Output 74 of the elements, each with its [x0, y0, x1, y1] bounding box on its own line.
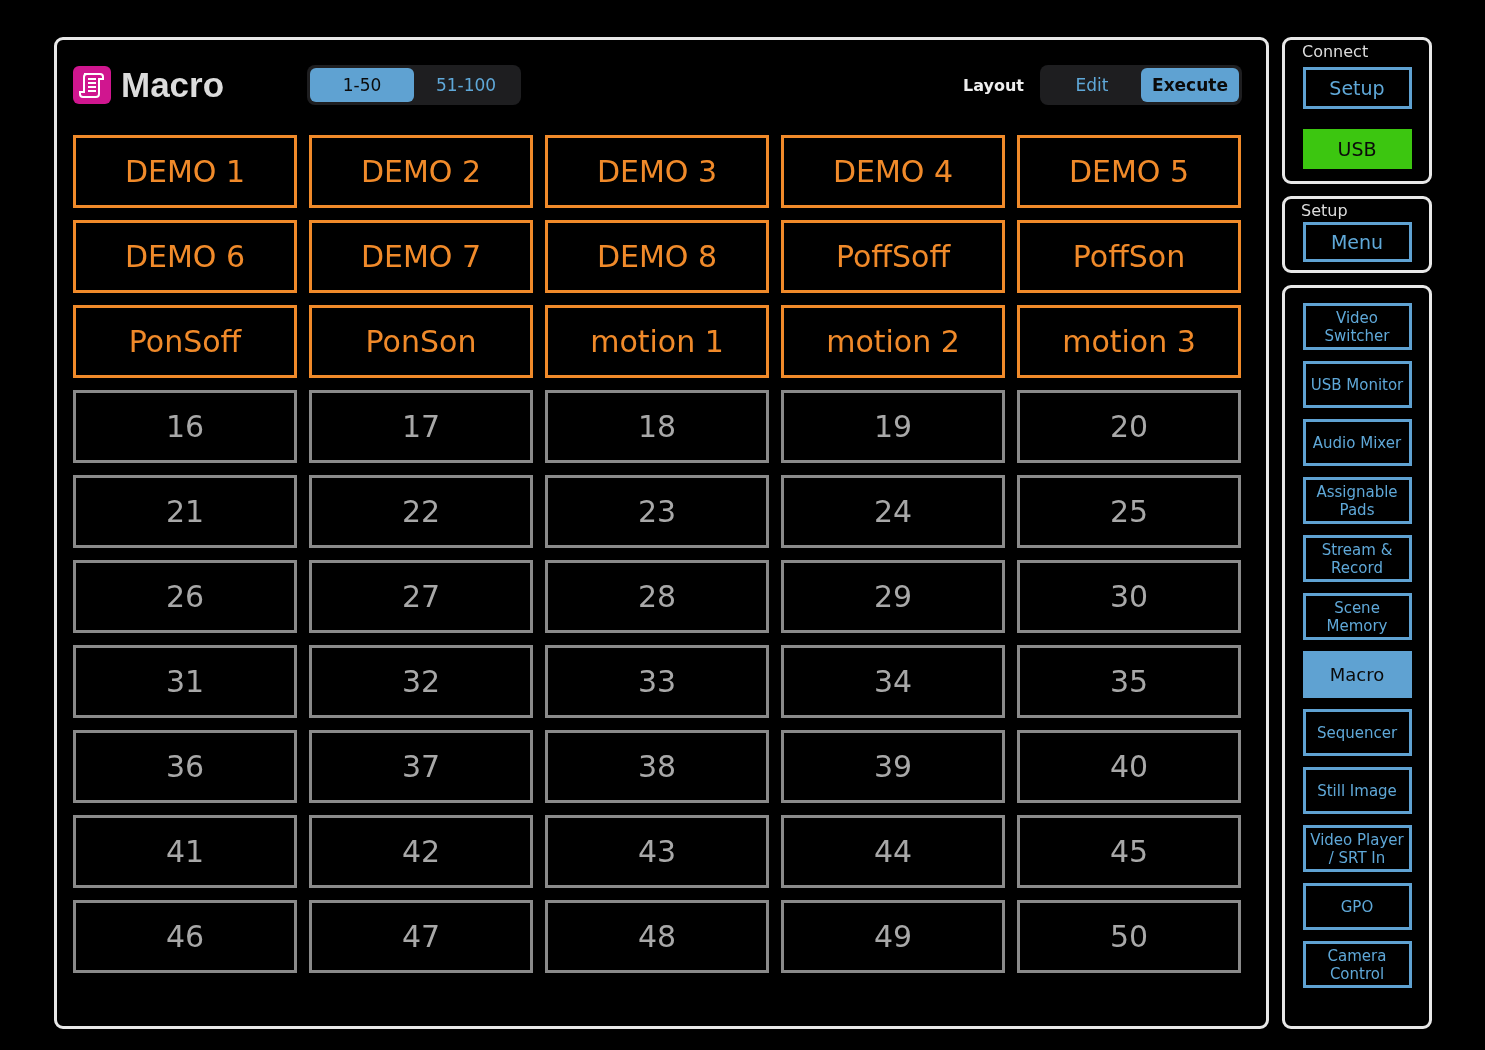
page-range-tab[interactable]: 1-50 [310, 68, 414, 102]
slot-button[interactable]: DEMO 4 [781, 135, 1005, 208]
slot-button[interactable]: 36 [73, 730, 297, 803]
page-title: Macro [121, 65, 225, 105]
slot-button[interactable]: PoffSon [1017, 220, 1241, 293]
nav-button[interactable]: USB Monitor [1302, 361, 1412, 408]
slot-button[interactable]: 24 [781, 475, 1005, 548]
slot-button[interactable]: 35 [1017, 645, 1241, 718]
slot-button[interactable]: 19 [781, 390, 1005, 463]
slot-button[interactable]: 23 [545, 475, 769, 548]
slot-button[interactable]: 34 [781, 645, 1005, 718]
slot-button[interactable]: 40 [1017, 730, 1241, 803]
usb-button[interactable]: USB [1302, 129, 1412, 169]
slot-button[interactable]: motion 3 [1017, 305, 1241, 378]
slot-button[interactable]: 18 [545, 390, 769, 463]
slot-button[interactable]: 46 [73, 900, 297, 973]
nav-button[interactable]: Scene Memory [1302, 593, 1412, 640]
panel-title: Setup [1301, 201, 1348, 220]
setup-button[interactable]: Setup [1302, 67, 1412, 109]
slot-button[interactable]: DEMO 3 [545, 135, 769, 208]
slot-button[interactable]: 16 [73, 390, 297, 463]
nav-button[interactable]: Video Switcher [1302, 303, 1412, 350]
slot-button[interactable]: 41 [73, 815, 297, 888]
slot-button[interactable]: 28 [545, 560, 769, 633]
slot-button[interactable]: motion 1 [545, 305, 769, 378]
nav-button[interactable]: Macro [1302, 651, 1412, 698]
menu-button[interactable]: Menu [1302, 222, 1412, 262]
slot-button[interactable]: DEMO 6 [73, 220, 297, 293]
slot-button[interactable]: 22 [309, 475, 533, 548]
nav-button[interactable]: Stream & Record [1302, 535, 1412, 582]
slot-button[interactable]: 20 [1017, 390, 1241, 463]
slot-button[interactable]: PoffSoff [781, 220, 1005, 293]
slot-button[interactable]: PonSoff [73, 305, 297, 378]
slot-button[interactable]: 50 [1017, 900, 1241, 973]
layout-mode-tab[interactable]: Edit [1043, 68, 1141, 102]
slot-button[interactable]: DEMO 8 [545, 220, 769, 293]
slot-button[interactable]: motion 2 [781, 305, 1005, 378]
slot-button[interactable]: 39 [781, 730, 1005, 803]
slot-button[interactable]: 26 [73, 560, 297, 633]
slot-button[interactable]: 25 [1017, 475, 1241, 548]
slot-button[interactable]: DEMO 2 [309, 135, 533, 208]
slot-button[interactable]: PonSon [309, 305, 533, 378]
slot-button[interactable]: DEMO 5 [1017, 135, 1241, 208]
slot-button[interactable]: 43 [545, 815, 769, 888]
page-range-tab[interactable]: 51-100 [414, 68, 518, 102]
slot-button[interactable]: 42 [309, 815, 533, 888]
nav-button[interactable]: Video Player / SRT In [1302, 825, 1412, 872]
slot-button[interactable]: 32 [309, 645, 533, 718]
slot-button[interactable]: 21 [73, 475, 297, 548]
slot-button[interactable]: 33 [545, 645, 769, 718]
nav-button[interactable]: Assignable Pads [1302, 477, 1412, 524]
slot-button[interactable]: 27 [309, 560, 533, 633]
layout-label: Layout [963, 75, 1024, 95]
scroll-icon [73, 66, 111, 104]
slot-button[interactable]: 29 [781, 560, 1005, 633]
slot-button[interactable]: 49 [781, 900, 1005, 973]
slot-button[interactable]: 38 [545, 730, 769, 803]
slot-button[interactable]: 30 [1017, 560, 1241, 633]
slot-button[interactable]: 31 [73, 645, 297, 718]
nav-button[interactable]: Sequencer [1302, 709, 1412, 756]
slot-button[interactable]: 17 [309, 390, 533, 463]
slot-button[interactable]: DEMO 7 [309, 220, 533, 293]
nav-button[interactable]: Camera Control [1302, 941, 1412, 988]
slot-button[interactable]: 45 [1017, 815, 1241, 888]
slot-button[interactable]: 44 [781, 815, 1005, 888]
slot-button[interactable]: 48 [545, 900, 769, 973]
slot-button[interactable]: DEMO 1 [73, 135, 297, 208]
slot-button[interactable]: 47 [309, 900, 533, 973]
nav-button[interactable]: Still Image [1302, 767, 1412, 814]
layout-mode-tab[interactable]: Execute [1141, 68, 1239, 102]
nav-button[interactable]: GPO [1302, 883, 1412, 930]
nav-button[interactable]: Audio Mixer [1302, 419, 1412, 466]
slot-button[interactable]: 37 [309, 730, 533, 803]
panel-title: Connect [1302, 42, 1369, 61]
